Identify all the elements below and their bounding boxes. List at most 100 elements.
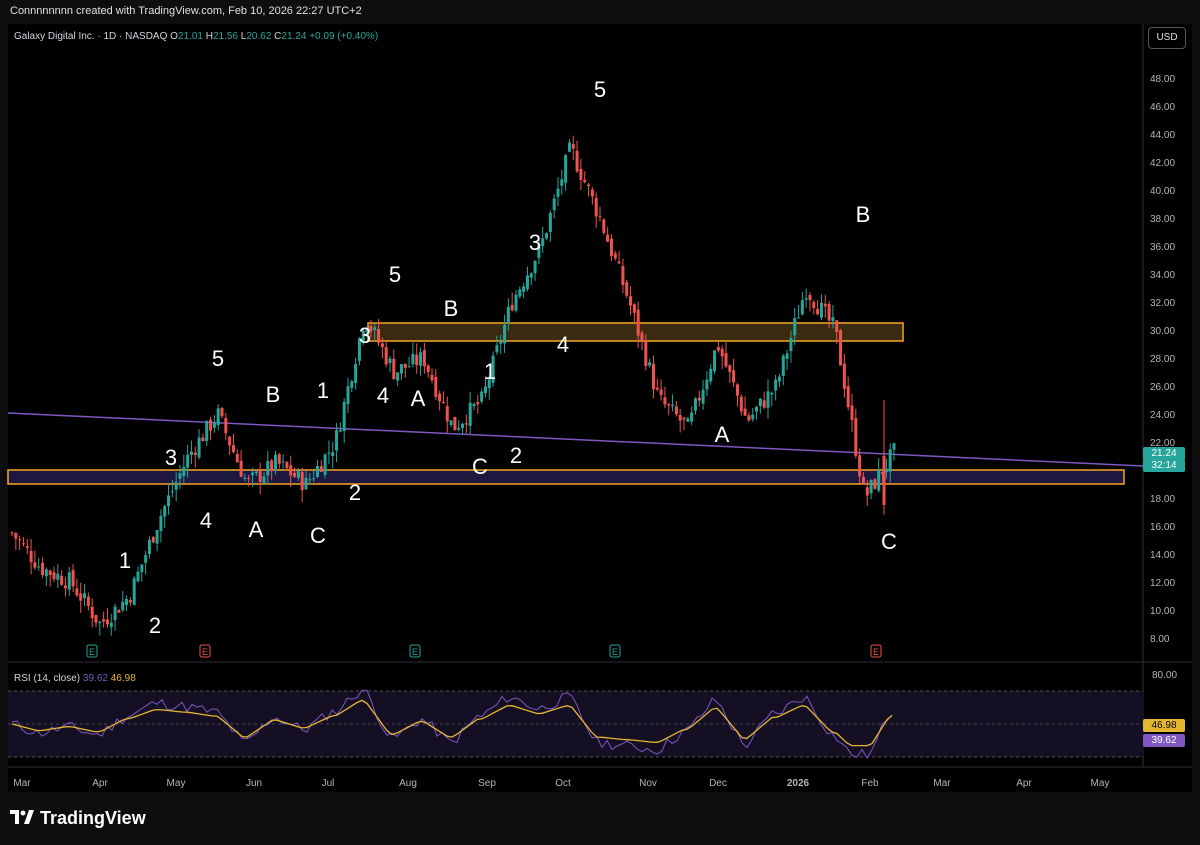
candle-body bbox=[144, 554, 148, 563]
candle-body bbox=[285, 462, 289, 469]
candle-body bbox=[839, 330, 843, 366]
candle-body bbox=[682, 417, 686, 420]
candle-body bbox=[506, 306, 510, 324]
time-tick: Jul bbox=[322, 778, 335, 789]
candle-body bbox=[132, 578, 136, 606]
price-tick: 28.00 bbox=[1150, 354, 1175, 365]
candle-body bbox=[747, 415, 751, 421]
candle-body bbox=[739, 396, 743, 412]
earnings-marker[interactable]: E bbox=[612, 647, 618, 657]
candle-body bbox=[449, 420, 453, 425]
candle-body bbox=[281, 461, 285, 463]
candle-body bbox=[239, 460, 243, 477]
countdown-badge: 32:14 bbox=[1143, 459, 1185, 472]
candle-body bbox=[583, 179, 587, 183]
wave-label: 2 bbox=[149, 613, 161, 638]
candle-body bbox=[888, 449, 892, 472]
candle-body bbox=[804, 298, 808, 300]
candle-body bbox=[495, 345, 499, 353]
candle-body bbox=[300, 471, 304, 491]
candle-body bbox=[781, 355, 785, 376]
candle-body bbox=[277, 454, 281, 464]
candle-body bbox=[170, 491, 174, 493]
symbol-name: Galaxy Digital Inc. · 1D · NASDAQ bbox=[14, 31, 168, 42]
candle-body bbox=[827, 304, 831, 321]
earnings-marker[interactable]: E bbox=[89, 647, 95, 657]
candle-body bbox=[785, 353, 789, 359]
price-tick: 32.00 bbox=[1150, 298, 1175, 309]
wave-label: A bbox=[411, 386, 426, 411]
candle-body bbox=[835, 320, 839, 332]
candle-body bbox=[556, 188, 560, 197]
price-chart[interactable]: 1 2 3 4 5 A B C 1 2 3 4 5 A B C 1 2 3 4 5 A B C 48.00 46.00 44.00… bbox=[0, 0, 1200, 845]
earnings-marker[interactable]: E bbox=[202, 647, 208, 657]
candle-body bbox=[151, 537, 155, 543]
support-zone bbox=[7, 469, 1125, 485]
low-value: 20.62 bbox=[246, 31, 272, 42]
candle-body bbox=[388, 358, 392, 364]
candle-body bbox=[312, 478, 316, 480]
tradingview-footer[interactable]: TradingView bbox=[10, 808, 146, 829]
price-tick: 30.00 bbox=[1150, 326, 1175, 337]
candle-body bbox=[640, 332, 644, 341]
candle-body bbox=[483, 386, 487, 393]
earnings-marker[interactable]: E bbox=[412, 647, 418, 657]
candle-body bbox=[629, 296, 633, 306]
candle-body bbox=[770, 392, 774, 395]
candle-body bbox=[846, 386, 850, 408]
price-tick: 14.00 bbox=[1150, 550, 1175, 561]
symbol-legend: Galaxy Digital Inc. · 1D · NASDAQ O21.01… bbox=[14, 31, 378, 42]
high-label: H bbox=[205, 31, 213, 42]
time-tick: Oct bbox=[555, 778, 571, 789]
candle-body bbox=[83, 593, 87, 599]
tradingview-logo-icon bbox=[10, 808, 34, 829]
candle-body bbox=[121, 601, 125, 611]
candle-body bbox=[289, 465, 293, 476]
wave-label: 2 bbox=[510, 443, 522, 468]
candle-body bbox=[304, 477, 308, 490]
candle-body bbox=[167, 495, 171, 507]
candle-body bbox=[224, 418, 228, 434]
candle-body bbox=[648, 362, 652, 366]
candle-body bbox=[464, 423, 468, 425]
rsi-ma-badge: 46.98 bbox=[1143, 719, 1185, 732]
price-tick: 24.00 bbox=[1150, 410, 1175, 421]
candle-body bbox=[472, 403, 476, 407]
candle-body bbox=[457, 427, 461, 430]
candle-body bbox=[254, 471, 258, 474]
rsi-tick: 80.00 bbox=[1152, 670, 1177, 681]
candle-body bbox=[735, 384, 739, 396]
candle-body bbox=[159, 516, 163, 532]
candle-body bbox=[419, 352, 423, 366]
candle-body bbox=[189, 451, 193, 456]
candle-body bbox=[266, 461, 270, 476]
time-tick: Sep bbox=[478, 778, 496, 789]
candle-body bbox=[380, 343, 384, 348]
high-value: 21.56 bbox=[212, 31, 239, 42]
wave-label: 2 bbox=[349, 480, 361, 505]
candle-body bbox=[155, 530, 159, 544]
candle-body bbox=[197, 437, 201, 458]
candle-body bbox=[716, 347, 720, 351]
candle-body bbox=[525, 275, 529, 290]
candle-body bbox=[178, 473, 182, 479]
price-tick: 36.00 bbox=[1150, 242, 1175, 253]
price-tick: 18.00 bbox=[1150, 494, 1175, 505]
rsi-value: 39.62 bbox=[82, 673, 108, 684]
candle-body bbox=[216, 408, 220, 425]
candle-body bbox=[25, 545, 29, 548]
candle-body bbox=[713, 350, 717, 372]
wave-label: 3 bbox=[359, 323, 371, 348]
time-tick: Dec bbox=[709, 778, 727, 789]
currency-button[interactable]: USD bbox=[1148, 27, 1186, 49]
wave-label: C bbox=[881, 529, 897, 554]
candle-body bbox=[56, 573, 60, 580]
earnings-marker[interactable]: E bbox=[873, 647, 879, 657]
candle-body bbox=[732, 370, 736, 383]
candle-body bbox=[94, 614, 98, 623]
candle-body bbox=[323, 454, 327, 475]
candle-body bbox=[415, 354, 419, 366]
candle-body bbox=[75, 588, 79, 596]
candle-body bbox=[209, 419, 213, 431]
candle-body bbox=[14, 533, 18, 539]
